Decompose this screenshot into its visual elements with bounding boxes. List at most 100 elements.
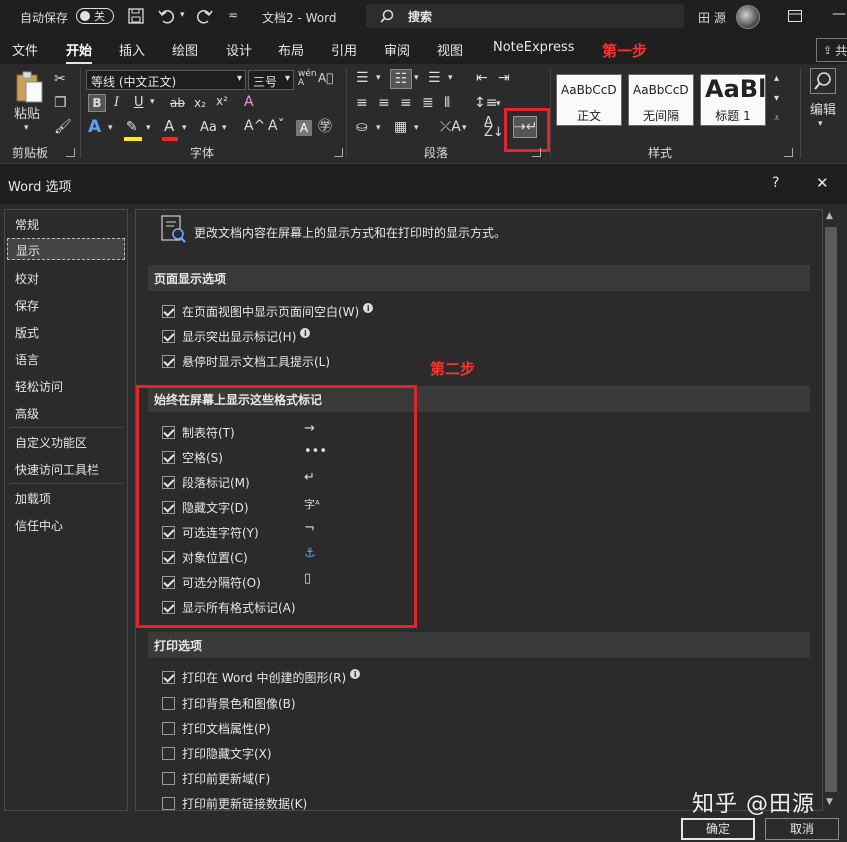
paste-icon[interactable] <box>14 70 44 104</box>
cut-icon[interactable]: ✂ <box>54 72 66 86</box>
style-no-spacing[interactable]: AaBbCcD 无间隔 <box>628 74 694 126</box>
cancel-button[interactable]: 取消 <box>765 818 839 840</box>
numbering-icon[interactable]: ☷ <box>390 69 412 89</box>
nav-advanced[interactable]: 高级 <box>15 405 39 422</box>
paragraph-launcher-icon[interactable] <box>532 148 541 157</box>
align-right-icon[interactable]: ≡ <box>400 96 412 110</box>
tab-noteexpress[interactable]: NoteExpress <box>493 40 575 55</box>
option-print-background[interactable]: 打印背景色和图像(B) <box>162 694 296 712</box>
save-icon[interactable] <box>128 8 144 24</box>
styles-scroll-up-icon[interactable]: ▴ <box>774 74 779 84</box>
font-launcher-icon[interactable] <box>334 148 343 157</box>
tab-draw[interactable]: 绘图 <box>172 40 198 59</box>
minimize-icon[interactable]: — <box>832 6 846 22</box>
tab-references[interactable]: 引用 <box>331 40 357 59</box>
line-spacing-dropdown-icon[interactable]: ▾ <box>496 100 501 109</box>
ribbon-display-icon[interactable] <box>788 10 802 22</box>
help-button[interactable]: ? <box>772 175 779 191</box>
underline-button[interactable]: U <box>134 96 144 109</box>
user-name[interactable]: 田 源 <box>698 9 726 26</box>
highlight-icon[interactable]: ✎ <box>126 120 138 134</box>
style-normal[interactable]: AaBbCcD 正文 <box>556 74 622 126</box>
checkbox[interactable] <box>162 329 175 343</box>
avatar[interactable] <box>736 5 760 29</box>
find-button[interactable] <box>810 68 836 94</box>
nav-display[interactable]: 显示 <box>7 238 125 260</box>
tab-layout[interactable]: 布局 <box>278 40 304 59</box>
decrease-indent-icon[interactable]: ⇤ <box>476 71 488 85</box>
asian-layout-dropdown-icon[interactable]: ▾ <box>462 124 467 133</box>
highlight-dropdown-icon[interactable]: ▾ <box>146 124 151 133</box>
clear-formatting-icon[interactable]: A <box>244 95 254 109</box>
redo-icon[interactable] <box>196 8 214 24</box>
subscript-button[interactable]: x₂ <box>194 97 206 109</box>
option-update-links[interactable]: 打印前更新链接数据(K) <box>162 794 307 812</box>
close-button[interactable]: ✕ <box>816 174 829 192</box>
style-heading-1[interactable]: AaBl 标题 1 <box>700 74 766 126</box>
copy-icon[interactable]: ❐ <box>54 96 67 110</box>
option-show-tooltips[interactable]: 悬停时显示文档工具提示(L) <box>162 352 330 370</box>
option-show-highlighter[interactable]: 显示突出显示标记(H) i <box>162 327 311 345</box>
line-spacing-icon[interactable]: ↕≡ <box>474 96 497 110</box>
sort-icon[interactable]: A Z↓ <box>484 116 504 139</box>
distributed-icon[interactable]: ⦀ <box>444 96 450 110</box>
tab-file[interactable]: 文件 <box>12 40 38 59</box>
phonetic-guide-icon[interactable]: wén A <box>298 70 317 88</box>
increase-indent-icon[interactable]: ⇥ <box>498 71 510 85</box>
nav-trust-center[interactable]: 信任中心 <box>15 517 63 534</box>
superscript-button[interactable]: x² <box>216 95 228 107</box>
checkbox[interactable] <box>162 354 175 368</box>
checkbox[interactable] <box>162 721 175 735</box>
nav-language[interactable]: 语言 <box>15 351 39 368</box>
font-size-combo[interactable]: 三号 ▾ <box>248 70 294 90</box>
enclose-character-icon[interactable]: A⃞ <box>318 72 333 84</box>
bullets-icon[interactable]: ☰ <box>356 71 369 85</box>
nav-accessibility[interactable]: 轻松访问 <box>15 378 63 395</box>
tab-home[interactable]: 开始 <box>66 40 93 65</box>
share-button[interactable]: ⇪ 共 <box>816 38 847 62</box>
strikethrough-button[interactable]: ab <box>170 97 185 109</box>
customize-qat-icon[interactable]: ≂ <box>228 8 238 22</box>
tab-design[interactable]: 设计 <box>226 40 252 59</box>
checkbox[interactable] <box>162 304 175 318</box>
underline-dropdown-icon[interactable]: ▾ <box>150 98 155 107</box>
nav-proofing[interactable]: 校对 <box>15 270 39 287</box>
font-color-dropdown-icon[interactable]: ▾ <box>182 124 187 133</box>
editing-dropdown-icon[interactable]: ▾ <box>818 120 823 129</box>
font-color-icon[interactable]: A <box>164 119 174 134</box>
bullets-dropdown-icon[interactable]: ▾ <box>376 74 381 83</box>
nav-customize-ribbon[interactable]: 自定义功能区 <box>15 434 87 451</box>
justify-icon[interactable]: ≣ <box>422 96 434 110</box>
nav-quick-access-toolbar[interactable]: 快速访问工具栏 <box>15 461 99 478</box>
shrink-font-icon[interactable]: Aˇ <box>268 119 285 133</box>
align-left-icon[interactable]: ≡ <box>356 96 368 110</box>
text-effects-icon[interactable]: A <box>88 119 101 136</box>
option-print-properties[interactable]: 打印文档属性(P) <box>162 719 271 737</box>
nav-save[interactable]: 保存 <box>15 297 39 314</box>
autosave-toggle[interactable]: 关 <box>76 8 114 24</box>
font-name-combo[interactable]: 等线 (中文正文) ▾ <box>86 70 246 90</box>
italic-button[interactable]: I <box>114 96 119 109</box>
option-print-drawings[interactable]: 打印在 Word 中创建的图形(R) i <box>162 668 361 686</box>
option-update-fields[interactable]: 打印前更新域(F) <box>162 769 270 787</box>
checkbox[interactable] <box>162 746 175 760</box>
content-scrollbar[interactable]: ▲ ▼ <box>823 209 839 811</box>
styles-gallery-expand-icon[interactable]: ⩡ <box>774 114 780 124</box>
checkbox[interactable] <box>162 670 175 684</box>
undo-dropdown-icon[interactable]: ▾ <box>180 10 185 20</box>
scroll-up-icon[interactable]: ▲ <box>826 211 833 221</box>
tab-view[interactable]: 视图 <box>437 40 463 59</box>
grow-font-icon[interactable]: A^ <box>244 119 265 133</box>
scroll-thumb[interactable] <box>825 227 837 792</box>
clipboard-launcher-icon[interactable] <box>66 148 75 157</box>
checkbox[interactable] <box>162 771 175 785</box>
option-print-hidden-text[interactable]: 打印隐藏文字(X) <box>162 744 272 762</box>
shading-dropdown-icon[interactable]: ▾ <box>376 124 381 133</box>
change-case-icon[interactable]: Aa <box>200 121 217 134</box>
numbering-dropdown-icon[interactable]: ▾ <box>414 74 419 83</box>
styles-scroll-down-icon[interactable]: ▾ <box>774 94 779 104</box>
change-case-dropdown-icon[interactable]: ▾ <box>222 124 227 133</box>
editing-label[interactable]: 编辑 <box>810 104 836 117</box>
option-show-whitespace[interactable]: 在页面视图中显示页面间空白(W) i <box>162 302 374 320</box>
text-effects-dropdown-icon[interactable]: ▾ <box>108 124 113 133</box>
